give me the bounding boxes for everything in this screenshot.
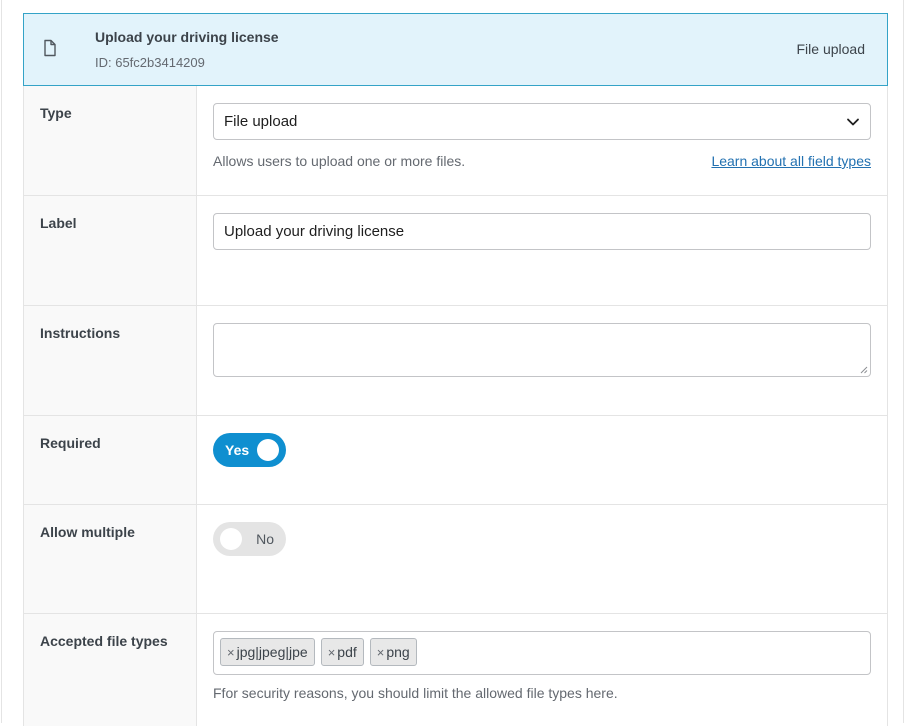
- label-input[interactable]: Upload your driving license: [213, 213, 871, 250]
- file-type-tag: × png: [369, 638, 417, 666]
- instructions-label: Instructions: [40, 325, 121, 341]
- required-toggle[interactable]: Yes: [213, 433, 286, 467]
- remove-tag-icon[interactable]: ×: [227, 645, 235, 660]
- file-type-tag: × jpg|jpeg|jpe: [220, 638, 315, 666]
- required-toggle-text: Yes: [225, 442, 250, 458]
- allow-multiple-row: Allow multiple No: [24, 505, 887, 614]
- label-input-value: Upload your driving license: [224, 223, 405, 240]
- label-label: Label: [40, 215, 77, 231]
- file-type-tag: × pdf: [320, 638, 364, 666]
- settings-table: Type File upload Allows users to upload …: [23, 86, 888, 726]
- field-title: Upload your driving license: [95, 29, 279, 45]
- file-type-tags: × jpg|jpeg|jpe × pdf × png: [220, 638, 417, 666]
- allow-multiple-label: Allow multiple: [40, 524, 135, 540]
- file-types-input[interactable]: × jpg|jpeg|jpe × pdf × png: [213, 631, 871, 675]
- allow-multiple-toggle[interactable]: No: [213, 522, 286, 556]
- field-header[interactable]: Upload your driving license ID: 65fc2b34…: [23, 13, 888, 86]
- field-id: ID: 65fc2b3414209: [95, 55, 205, 70]
- remove-tag-icon[interactable]: ×: [328, 645, 336, 660]
- type-row: Type File upload Allows users to upload …: [24, 86, 887, 196]
- chevron-down-icon: [847, 118, 859, 126]
- file-icon: [44, 39, 56, 57]
- remove-tag-icon[interactable]: ×: [377, 645, 385, 660]
- instructions-textarea[interactable]: [213, 323, 871, 377]
- type-select-value: File upload: [224, 113, 298, 130]
- instructions-row: Instructions: [24, 306, 887, 416]
- type-label: Type: [40, 105, 72, 121]
- file-type-tag-label: png: [386, 644, 410, 660]
- toggle-knob: [257, 439, 279, 461]
- file-type-tag-label: pdf: [337, 644, 357, 660]
- type-select[interactable]: File upload: [213, 103, 871, 140]
- required-row: Required Yes: [24, 416, 887, 505]
- allow-multiple-toggle-text: No: [256, 531, 274, 547]
- field-type-label: File upload: [796, 41, 866, 57]
- label-row: Label Upload your driving license: [24, 196, 887, 306]
- field-types-link[interactable]: Learn about all field types: [711, 153, 871, 169]
- accepted-file-types-row: Accepted file types × jpg|jpeg|jpe × pdf: [24, 614, 887, 726]
- toggle-knob: [220, 528, 242, 550]
- file-type-tag-label: jpg|jpeg|jpe: [236, 644, 308, 660]
- field-settings-panel: Upload your driving license ID: 65fc2b34…: [1, 0, 904, 726]
- type-hint: Allows users to upload one or more files…: [213, 153, 466, 169]
- file-types-hint: Ffor security reasons, you should limit …: [213, 685, 618, 701]
- accepted-file-types-label: Accepted file types: [40, 633, 168, 649]
- resize-grip-icon[interactable]: [860, 366, 868, 374]
- required-label: Required: [40, 435, 101, 451]
